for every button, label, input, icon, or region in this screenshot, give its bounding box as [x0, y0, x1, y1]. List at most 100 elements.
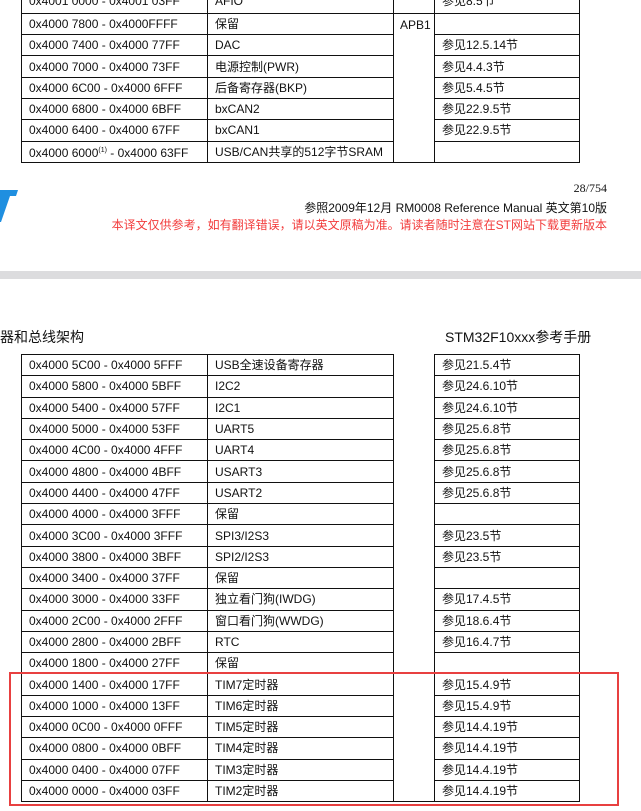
table-row: 0x4000 5800 - 0x4000 5BFF I2C2 参见24.6.10节 [21, 375, 580, 398]
address-cell: 0x4000 6400 - 0x4000 67FF [21, 119, 208, 142]
peripheral-cell: 保留 [207, 12, 394, 36]
reference-cell: 参见14.4.19节 [434, 779, 580, 803]
memory-map-table-page-1: 0x4001 0000 - 0x4001 03FF AFIO 参见8.5节 0x400… [21, 0, 580, 163]
address-cell: 0x4000 2800 - 0x4000 2BFF [21, 630, 208, 654]
translation-disclaimer: 本译文仅供参考，如有翻译错误，请以英文原稿为准。请读者随时注意在ST网站下载更新… [111, 218, 607, 232]
reference-cell: 参见14.4.19节 [434, 737, 580, 760]
pdf-page-28: 0x4001 0000 - 0x4001 03FF AFIO 参见8.5节 0x400… [0, 0, 641, 271]
address-cell: 0x4000 2C00 - 0x4000 2FFF [21, 609, 208, 632]
address-cell: 0x4000 0800 - 0x4000 0BFF [21, 737, 208, 760]
peripheral-cell: SPI2/I2S3 [207, 545, 394, 568]
reference-cell: 参见22.9.5节 [434, 97, 580, 121]
address-cell: 0x4000 6C00 - 0x4000 6FFF [21, 76, 208, 99]
reference-cell [434, 652, 580, 675]
reference-cell: 参见25.6.8节 [434, 439, 580, 462]
reference-cell: 参见25.6.8节 [434, 460, 580, 483]
address-cell: 0x4000 3C00 - 0x4000 3FFF [21, 524, 208, 547]
table-row: 0x4000 3800 - 0x4000 3BFF SPI2/I2S3 参见23.5… [21, 545, 580, 568]
page-header-chapter: 器和总线架构 [0, 329, 84, 345]
reference-cell: 参见25.6.8节 [434, 481, 580, 505]
page-number: 28/754 [573, 181, 607, 195]
peripheral-cell: USART2 [207, 481, 394, 505]
peripheral-cell: bxCAN1 [207, 119, 394, 142]
reference-cell: 参见24.6.10节 [434, 396, 580, 419]
peripheral-cell: USB/CAN共享的512字节SRAM [207, 140, 394, 163]
reference-cell: 参见24.6.10节 [434, 375, 580, 398]
address-cell: 0x4000 5400 - 0x4000 57FF [21, 396, 208, 419]
table-row: 0x4000 0400 - 0x4000 07FF TIM3定时器 参见14.4.1… [21, 758, 580, 781]
address-start: 0x4000 6000 [29, 145, 99, 160]
table-row: 0x4000 0800 - 0x4000 0BFF TIM4定时器 参见14.4.1… [21, 737, 580, 760]
reference-cell: 参见15.4.9节 [434, 694, 580, 718]
table-row: 0x4000 3400 - 0x4000 37FF 保留 [21, 566, 580, 590]
table-row: 0x4000 5000 - 0x4000 53FF UART5 参见25.6.8节 [21, 417, 580, 441]
table-row: 0x4000 5C00 - 0x4000 5FFF USB全速设备寄存器 参见21.… [21, 353, 580, 803]
address-cell: 0x4000 7400 - 0x4000 77FF [21, 34, 208, 57]
reference-line: 参照2009年12月 RM0008 Reference Manual 英文第10… [304, 201, 607, 215]
st-logo [0, 190, 18, 222]
address-cell: 0x4000 1800 - 0x4000 27FF [21, 652, 208, 675]
table-row: 0x4000 2800 - 0x4000 2BFF RTC 参见16.4.7节 [21, 630, 580, 654]
peripheral-cell: 保留 [207, 566, 394, 590]
reference-cell: 参见22.9.5节 [434, 119, 580, 142]
peripheral-cell: USART3 [207, 460, 394, 483]
table-row: 0x4000 6800 - 0x4000 6BFF bxCAN2 参见22.9.5节 [21, 97, 580, 121]
peripheral-cell: TIM3定时器 [207, 758, 394, 781]
reference-cell [434, 503, 580, 526]
reference-cell: 参见16.4.7节 [434, 630, 580, 654]
table-row: 0x4000 0000 - 0x4000 03FF TIM2定时器 参见14.4.1… [21, 779, 580, 803]
table-row: 0x4001 0000 - 0x4001 03FF AFIO 参见8.5节 [21, 0, 580, 14]
reference-cell: 参见14.4.19节 [434, 716, 580, 739]
reference-cell: 参见17.4.5节 [434, 588, 580, 611]
address-cell: 0x4000 0C00 - 0x4000 0FFF [21, 716, 208, 739]
address-cell: 0x4000 4400 - 0x4000 47FF [21, 481, 208, 505]
peripheral-cell: TIM5定时器 [207, 716, 394, 739]
reference-cell: 参见15.4.9节 [434, 673, 580, 696]
memory-map-table-page-2: 0x4000 5C00 - 0x4000 5FFF USB全速设备寄存器 参见21.… [21, 353, 580, 803]
address-cell: 0x4001 0000 - 0x4001 03FF [21, 0, 208, 14]
reference-cell: 参见25.6.8节 [434, 417, 580, 441]
peripheral-cell: TIM6定时器 [207, 694, 394, 718]
footnote-marker: (1) [98, 146, 107, 154]
table-row: 0x4000 7000 - 0x4000 73FF 电源控制(PWR) 参见4.4.… [21, 55, 580, 78]
page-separator [0, 271, 641, 279]
reference-cell: 参见4.4.3节 [434, 55, 580, 78]
table-row: 0x4000 6C00 - 0x4000 6FFF 后备寄存器(BKP) 参见5.4… [21, 76, 580, 99]
reference-cell: 参见21.5.4节 [434, 353, 580, 377]
reference-cell [434, 12, 580, 36]
table-row: 0x4000 4800 - 0x4000 4BFF USART3 参见25.6.8节 [21, 460, 580, 483]
bus-cell [393, 0, 435, 14]
bus-cell: APB1 [393, 12, 435, 163]
address-cell: 0x4000 7000 - 0x4000 73FF [21, 55, 208, 78]
peripheral-cell: TIM7定时器 [207, 673, 394, 696]
peripheral-cell: UART4 [207, 439, 394, 462]
peripheral-cell: USB全速设备寄存器 [207, 353, 394, 377]
address-cell: 0x4000 3000 - 0x4000 33FF [21, 588, 208, 611]
table-row: 0x4000 6000(1) - 0x4000 63FF USB/CAN共享的51… [21, 140, 580, 163]
peripheral-cell: bxCAN2 [207, 97, 394, 121]
peripheral-cell: I2C1 [207, 396, 394, 419]
address-cell: 0x4000 1000 - 0x4000 13FF [21, 694, 208, 718]
address-cell: 0x4000 5800 - 0x4000 5BFF [21, 375, 208, 398]
address-cell: 0x4000 7800 - 0x4000FFFF [21, 12, 208, 36]
table-row: 0x4000 3C00 - 0x4000 3FFF SPI3/I2S3 参见23.5… [21, 524, 580, 547]
bus-cell [393, 354, 435, 803]
table-row: 0x4000 4400 - 0x4000 47FF USART2 参见25.6.8节 [21, 481, 580, 505]
table-row: 0x4000 5400 - 0x4000 57FF I2C1 参见24.6.10节 [21, 396, 580, 419]
peripheral-cell: DAC [207, 34, 394, 57]
table-row: 0x4000 4C00 - 0x4000 4FFF UART4 参见25.6.8节 [21, 439, 580, 462]
address-cell: 0x4000 3800 - 0x4000 3BFF [21, 545, 208, 568]
peripheral-cell: RTC [207, 630, 394, 654]
address-cell: 0x4000 0400 - 0x4000 07FF [21, 758, 208, 781]
address-cell: 0x4000 0000 - 0x4000 03FF [21, 779, 208, 803]
address-cell: 0x4000 5C00 - 0x4000 5FFF [21, 353, 208, 377]
peripheral-cell: 保留 [207, 652, 394, 675]
address-cell: 0x4000 4000 - 0x4000 3FFF [21, 503, 208, 526]
reference-cell: 参见8.5节 [434, 0, 580, 14]
address-cell: 0x4000 1400 - 0x4000 17FF [21, 673, 208, 696]
reference-cell: 参见5.4.5节 [434, 76, 580, 99]
peripheral-cell: I2C2 [207, 375, 394, 398]
peripheral-cell: 保留 [207, 503, 394, 526]
peripheral-cell: SPI3/I2S3 [207, 524, 394, 547]
peripheral-cell: AFIO [207, 0, 394, 14]
